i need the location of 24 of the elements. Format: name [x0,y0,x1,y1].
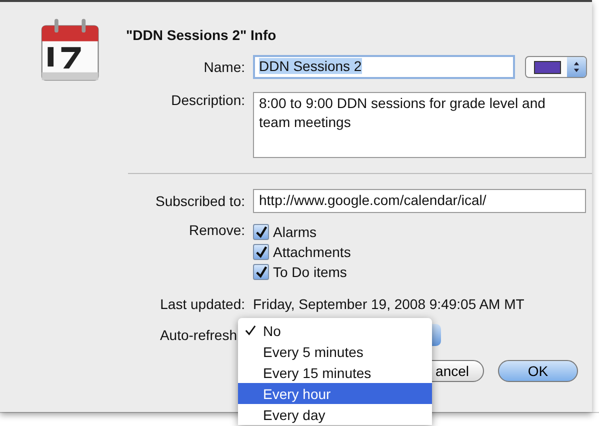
url-field[interactable]: http://www.google.com/calendar/ical/ [253,189,586,213]
ok-button[interactable]: OK [498,360,578,382]
description-label: Description: [170,92,245,108]
remove-label: Remove: [188,222,245,238]
name-field[interactable]: DDN Sessions 2 [253,55,515,79]
checkbox[interactable] [253,264,269,280]
subscribed-label: Subscribed to: [154,193,245,209]
menu-item[interactable]: No [238,320,432,341]
last-updated-label: Last updated: [159,296,245,312]
checkbox-option[interactable]: To Do items [253,262,351,282]
color-popup[interactable] [525,56,587,78]
menu-item[interactable]: Every 5 minutes [238,341,432,362]
name-label: Name: [202,59,245,75]
menu-item[interactable]: Every day [238,404,432,425]
last-updated-value: Friday, September 19, 2008 9:49:05 AM MT [253,296,524,312]
sheet-title: "DDN Sessions 2" Info [126,27,276,43]
checkbox-option[interactable]: Attachments [253,242,351,262]
checkbox[interactable] [253,244,269,260]
stepper-arrows-icon [572,61,580,73]
auto-refresh-label: Auto-refresh [158,327,237,343]
checkbox[interactable] [253,224,269,240]
description-field[interactable]: 8:00 to 9:00 DDN sessions for grade level and team meetings [253,92,586,158]
checkbox-option[interactable]: Alarms [253,222,351,242]
menu-item[interactable]: Every hour [238,383,432,404]
